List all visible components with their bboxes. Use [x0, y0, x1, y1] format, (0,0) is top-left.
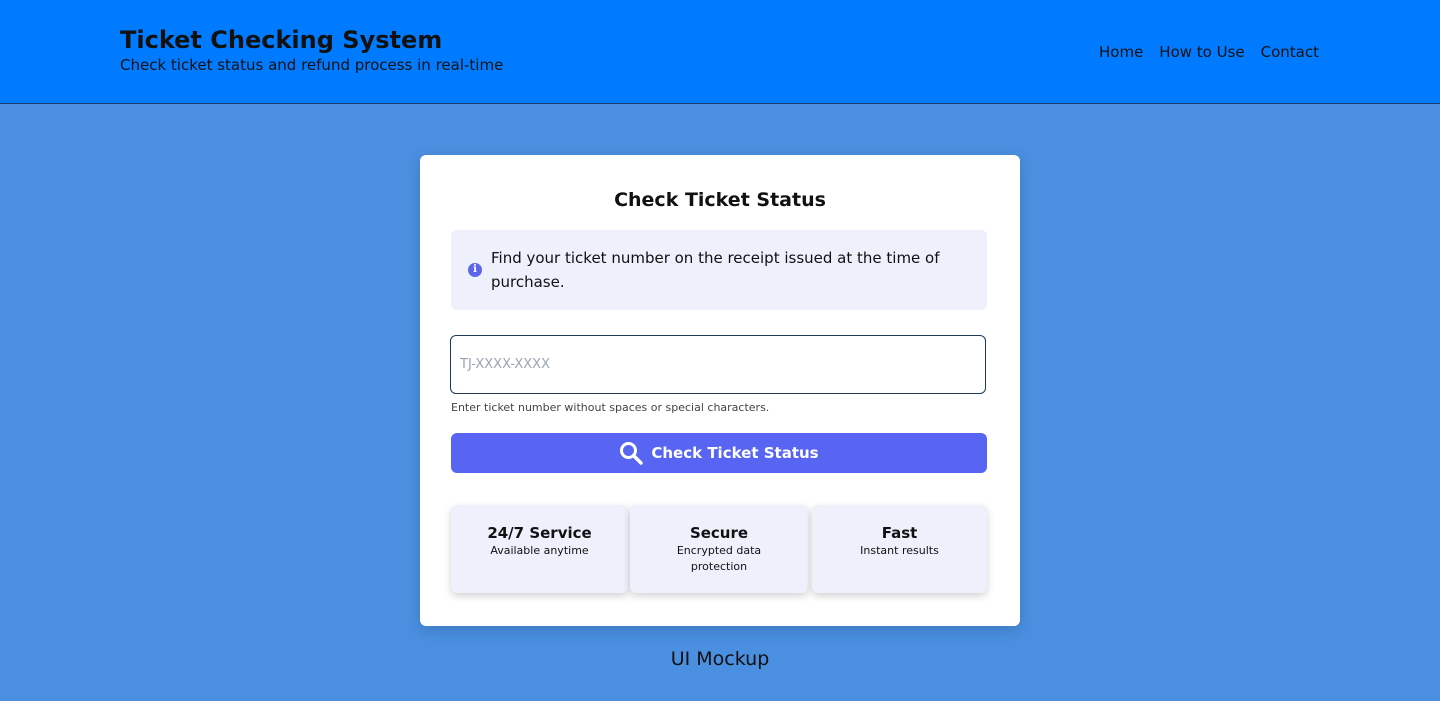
- search-icon: [619, 441, 644, 465]
- ticket-number-input[interactable]: [450, 335, 986, 394]
- card-title: Check Ticket Status: [614, 189, 826, 211]
- feature-desc: Instant results: [860, 544, 939, 557]
- feature-list: 24/7 Service Available anytime Secure En…: [451, 505, 987, 593]
- site-header: Ticket Checking System Check ticket stat…: [0, 0, 1440, 104]
- check-ticket-status-button[interactable]: Check Ticket Status: [451, 433, 987, 473]
- site-title: Ticket Checking System: [120, 26, 443, 54]
- mockup-label: UI Mockup: [670, 648, 770, 670]
- feature-card-fast: Fast Instant results: [812, 505, 987, 593]
- info-text: Find your ticket number on the receipt i…: [491, 249, 940, 291]
- feature-card-secure: Secure Encrypted data protection: [630, 505, 808, 593]
- nav-link-contact[interactable]: Contact: [1261, 42, 1319, 62]
- feature-desc: Encrypted data protection: [676, 544, 762, 573]
- info-box: i Find your ticket number on the receipt…: [451, 230, 987, 310]
- nav-link-home[interactable]: Home: [1099, 42, 1143, 62]
- feature-title: Fast: [881, 524, 918, 542]
- input-hint: Enter ticket number without spaces or sp…: [451, 401, 770, 414]
- feature-card-service: 24/7 Service Available anytime: [451, 505, 628, 593]
- site-subtitle: Check ticket status and refund process i…: [120, 56, 504, 74]
- brand: Ticket Checking System Check ticket stat…: [120, 25, 503, 75]
- check-ticket-status-label: Check Ticket Status: [651, 444, 819, 462]
- nav-link-how-to-use[interactable]: How to Use: [1159, 42, 1244, 62]
- main-nav: Home How to Use Contact: [1099, 42, 1319, 62]
- feature-title: 24/7 Service: [487, 524, 592, 542]
- ticket-check-card: Check Ticket Status i Find your ticket n…: [420, 155, 1020, 626]
- info-circle-icon: i: [468, 263, 482, 277]
- feature-desc: Available anytime: [490, 544, 589, 557]
- feature-title: Secure: [689, 524, 749, 542]
